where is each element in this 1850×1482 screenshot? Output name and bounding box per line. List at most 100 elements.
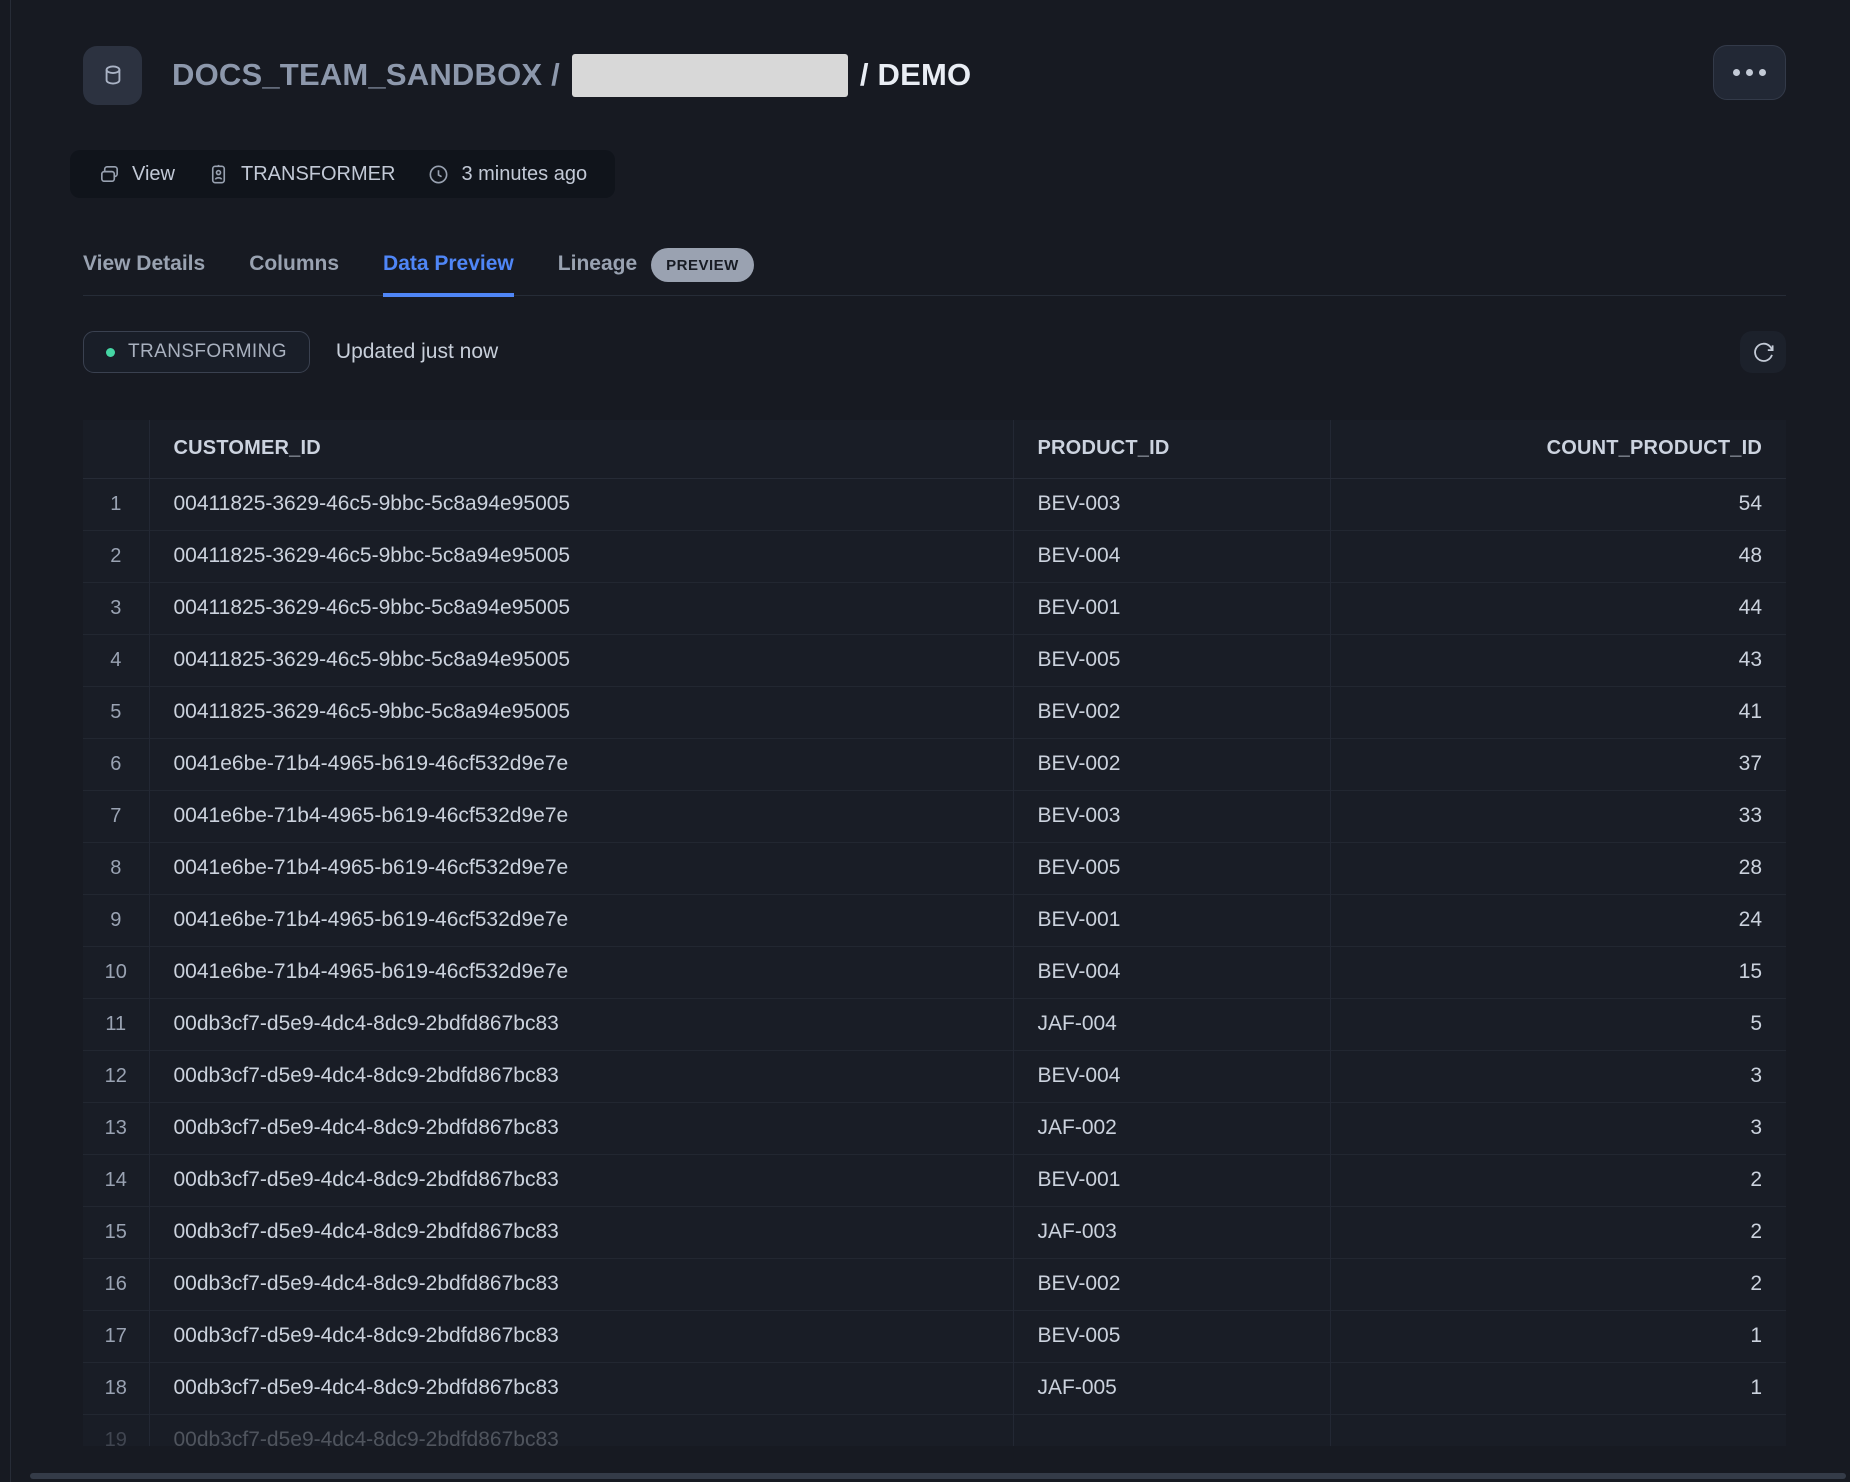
row-number: 15 (83, 1206, 149, 1258)
row-number: 2 (83, 530, 149, 582)
cell-customer-id: 00411825-3629-46c5-9bbc-5c8a94e95005 (149, 686, 1013, 738)
row-number: 7 (83, 790, 149, 842)
cell-count-product-id: 3 (1330, 1102, 1786, 1154)
cell-count-product-id: 33 (1330, 790, 1786, 842)
table-row: 1400db3cf7-d5e9-4dc4-8dc9-2bdfd867bc83BE… (83, 1154, 1786, 1206)
updated-timestamp: Updated just now (336, 340, 498, 364)
tab-bar: View Details Columns Data Preview Lineag… (83, 248, 1786, 296)
cell-customer-id: 00db3cf7-d5e9-4dc4-8dc9-2bdfd867bc83 (149, 1154, 1013, 1206)
object-type-label: View (132, 163, 175, 186)
refresh-icon (1752, 341, 1775, 364)
cell-customer-id: 0041e6be-71b4-4965-b619-46cf532d9e7e (149, 946, 1013, 998)
tab-data-preview[interactable]: Data Preview (383, 248, 514, 297)
cell-customer-id: 00411825-3629-46c5-9bbc-5c8a94e95005 (149, 478, 1013, 530)
cell-product-id: BEV-005 (1013, 634, 1330, 686)
table-row: 1300db3cf7-d5e9-4dc4-8dc9-2bdfd867bc83JA… (83, 1102, 1786, 1154)
panel-left-border (10, 0, 11, 1482)
cell-customer-id: 00411825-3629-46c5-9bbc-5c8a94e95005 (149, 634, 1013, 686)
age-badge: 3 minutes ago (427, 163, 587, 186)
cell-customer-id: 00db3cf7-d5e9-4dc4-8dc9-2bdfd867bc83 (149, 1414, 1013, 1446)
cell-count-product-id: 28 (1330, 842, 1786, 894)
table-row: 1600db3cf7-d5e9-4dc4-8dc9-2bdfd867bc83BE… (83, 1258, 1786, 1310)
ellipsis-icon (1733, 69, 1740, 76)
tab-lineage[interactable]: Lineage (558, 248, 637, 280)
cell-count-product-id: 15 (1330, 946, 1786, 998)
age-label: 3 minutes ago (461, 163, 587, 186)
tab-label: Lineage (558, 252, 637, 276)
tab-columns[interactable]: Columns (249, 248, 339, 297)
id-badge-icon (207, 163, 230, 186)
cell-count-product-id: 48 (1330, 530, 1786, 582)
meta-badge-bar: View TRANSFORMER 3 minutes ago (70, 150, 615, 198)
cell-customer-id: 0041e6be-71b4-4965-b619-46cf532d9e7e (149, 790, 1013, 842)
refresh-button[interactable] (1740, 331, 1786, 373)
cell-count-product-id: 3 (1330, 1050, 1786, 1102)
cell-product-id: JAF-002 (1013, 1102, 1330, 1154)
cell-count-product-id: 2 (1330, 1258, 1786, 1310)
cell-customer-id: 00db3cf7-d5e9-4dc4-8dc9-2bdfd867bc83 (149, 1258, 1013, 1310)
cell-customer-id: 00db3cf7-d5e9-4dc4-8dc9-2bdfd867bc83 (149, 998, 1013, 1050)
object-icon-box (83, 46, 142, 105)
tab-label: Columns (249, 252, 339, 276)
cell-product-id: JAF-004 (1013, 998, 1330, 1050)
clock-icon (427, 163, 450, 186)
cell-count-product-id: 41 (1330, 686, 1786, 738)
layers-icon (98, 163, 121, 186)
row-number: 13 (83, 1102, 149, 1154)
cell-customer-id: 00db3cf7-d5e9-4dc4-8dc9-2bdfd867bc83 (149, 1050, 1013, 1102)
table-row: 400411825-3629-46c5-9bbc-5c8a94e95005BEV… (83, 634, 1786, 686)
cell-customer-id: 00db3cf7-d5e9-4dc4-8dc9-2bdfd867bc83 (149, 1362, 1013, 1414)
cell-product-id: JAF-003 (1013, 1206, 1330, 1258)
table-row: 1800db3cf7-d5e9-4dc4-8dc9-2bdfd867bc83JA… (83, 1362, 1786, 1414)
tab-lineage-group: Lineage PREVIEW (558, 248, 754, 295)
row-number: 16 (83, 1258, 149, 1310)
cell-count-product-id: 5 (1330, 998, 1786, 1050)
cell-count-product-id (1330, 1414, 1786, 1446)
ellipsis-icon (1759, 69, 1766, 76)
table-row: 500411825-3629-46c5-9bbc-5c8a94e95005BEV… (83, 686, 1786, 738)
table-row: 100411825-3629-46c5-9bbc-5c8a94e95005BEV… (83, 478, 1786, 530)
table-row: 80041e6be-71b4-4965-b619-46cf532d9e7eBEV… (83, 842, 1786, 894)
cell-count-product-id: 1 (1330, 1310, 1786, 1362)
redacted-schema-name (572, 54, 848, 97)
cell-product-id: BEV-001 (1013, 894, 1330, 946)
tab-label: Data Preview (383, 252, 514, 276)
row-number: 8 (83, 842, 149, 894)
status-row: TRANSFORMING Updated just now (83, 331, 1786, 373)
table-row: 1700db3cf7-d5e9-4dc4-8dc9-2bdfd867bc83BE… (83, 1310, 1786, 1362)
row-number: 1 (83, 478, 149, 530)
tab-view-details[interactable]: View Details (83, 248, 205, 297)
horizontal-scrollbar[interactable] (30, 1473, 1846, 1479)
title-database-path: DOCS_TEAM_SANDBOX / (172, 57, 560, 93)
status-badge: TRANSFORMING (83, 331, 310, 373)
cell-customer-id: 0041e6be-71b4-4965-b619-46cf532d9e7e (149, 738, 1013, 790)
row-number: 17 (83, 1310, 149, 1362)
table-row: 90041e6be-71b4-4965-b619-46cf532d9e7eBEV… (83, 894, 1786, 946)
table-row: 200411825-3629-46c5-9bbc-5c8a94e95005BEV… (83, 530, 1786, 582)
table-row: 60041e6be-71b4-4965-b619-46cf532d9e7eBEV… (83, 738, 1786, 790)
cell-count-product-id: 2 (1330, 1206, 1786, 1258)
cell-product-id: BEV-004 (1013, 1050, 1330, 1102)
cell-count-product-id: 37 (1330, 738, 1786, 790)
table-row-partial: 1900db3cf7-d5e9-4dc4-8dc9-2bdfd867bc83 (83, 1414, 1786, 1446)
row-number: 4 (83, 634, 149, 686)
cell-count-product-id: 44 (1330, 582, 1786, 634)
cell-product-id: BEV-004 (1013, 946, 1330, 998)
status-label: TRANSFORMING (128, 341, 287, 363)
cell-customer-id: 00411825-3629-46c5-9bbc-5c8a94e95005 (149, 530, 1013, 582)
cell-product-id: BEV-002 (1013, 738, 1330, 790)
table-row: 70041e6be-71b4-4965-b619-46cf532d9e7eBEV… (83, 790, 1786, 842)
table-row: 100041e6be-71b4-4965-b619-46cf532d9e7eBE… (83, 946, 1786, 998)
cell-product-id: BEV-001 (1013, 582, 1330, 634)
row-number: 18 (83, 1362, 149, 1414)
row-number: 6 (83, 738, 149, 790)
cell-customer-id: 00db3cf7-d5e9-4dc4-8dc9-2bdfd867bc83 (149, 1206, 1013, 1258)
cell-product-id: BEV-002 (1013, 686, 1330, 738)
cell-count-product-id: 43 (1330, 634, 1786, 686)
object-type-badge: View (98, 163, 175, 186)
cell-product-id: BEV-002 (1013, 1258, 1330, 1310)
more-actions-button[interactable] (1713, 45, 1786, 100)
title-object-name: / DEMO (860, 57, 971, 93)
row-number: 9 (83, 894, 149, 946)
column-header-product-id: PRODUCT_ID (1013, 420, 1330, 478)
